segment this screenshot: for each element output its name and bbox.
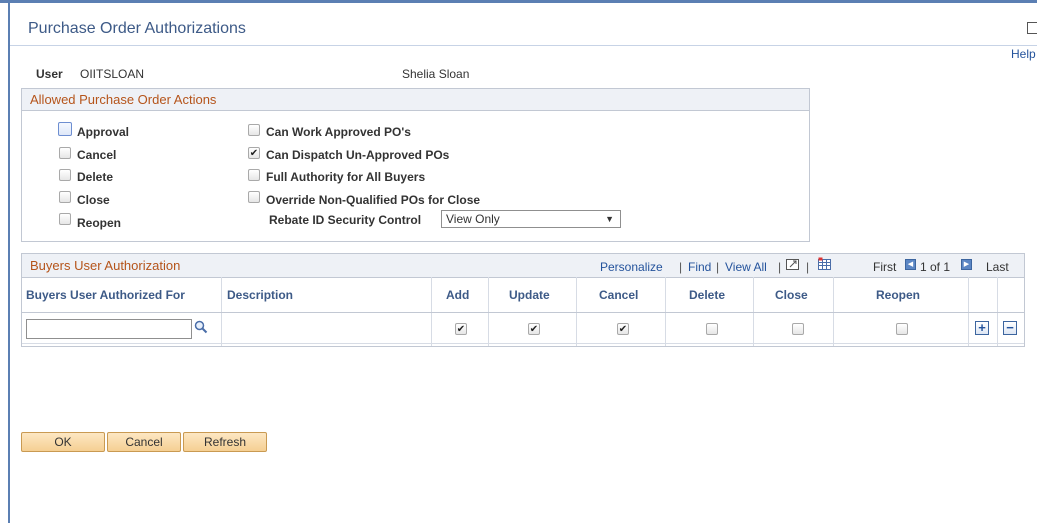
ok-button[interactable]: OK bbox=[21, 432, 105, 452]
last-label: Last bbox=[986, 260, 1009, 274]
zoom-grid-icon[interactable] bbox=[785, 257, 801, 272]
cancel-checkbox[interactable] bbox=[59, 147, 71, 159]
dropdown-arrow-icon: ▼ bbox=[605, 214, 614, 224]
rebate-label: Rebate ID Security Control bbox=[269, 213, 422, 227]
new-window-icon[interactable] bbox=[1027, 22, 1037, 34]
left-border bbox=[8, 3, 10, 523]
can-work-approved-label: Can Work Approved PO's bbox=[266, 125, 411, 139]
refresh-button[interactable]: Refresh bbox=[183, 432, 267, 452]
row-add-checkbox[interactable]: ✔ bbox=[455, 323, 467, 335]
delete-checkbox[interactable] bbox=[59, 169, 71, 181]
rebate-select-value: View Only bbox=[446, 212, 500, 226]
user-label: User bbox=[36, 67, 63, 81]
buyers-grid-title: Buyers User Authorization bbox=[30, 258, 181, 273]
cancel-button[interactable]: Cancel bbox=[107, 432, 181, 452]
header-row-divider bbox=[22, 312, 1024, 313]
column-header-update: Update bbox=[509, 288, 550, 302]
row-reopen-checkbox[interactable] bbox=[896, 323, 908, 335]
override-close-checkbox[interactable] bbox=[248, 191, 260, 203]
next-arrow-icon[interactable]: ▶ bbox=[961, 259, 972, 270]
can-work-approved-checkbox[interactable] bbox=[248, 124, 260, 136]
buyers-grid-header: Buyers User Authorization Personalize | … bbox=[22, 254, 1024, 278]
full-authority-checkbox[interactable] bbox=[248, 169, 260, 181]
first-label: First bbox=[873, 260, 897, 274]
row-cancel-checkbox[interactable]: ✔ bbox=[617, 323, 629, 335]
column-header-description: Description bbox=[227, 288, 294, 302]
can-dispatch-unapproved-checkbox[interactable]: ✔ bbox=[248, 147, 260, 159]
row-delete-checkbox[interactable] bbox=[706, 323, 718, 335]
row-divider bbox=[22, 343, 1024, 344]
column-header-close: Close bbox=[775, 288, 808, 302]
download-grid-icon[interactable] bbox=[817, 257, 833, 272]
reopen-label: Reopen bbox=[77, 216, 122, 230]
buyers-grid: Buyers User Authorization Personalize | … bbox=[21, 253, 1025, 347]
approval-checkbox[interactable] bbox=[58, 122, 72, 136]
reopen-checkbox[interactable] bbox=[59, 213, 71, 225]
column-header-reopen: Reopen bbox=[876, 288, 921, 302]
close-checkbox[interactable] bbox=[59, 191, 71, 203]
row-close-checkbox[interactable] bbox=[792, 323, 804, 335]
override-close-label: Override Non-Qualified POs for Close bbox=[266, 193, 481, 207]
personalize-link[interactable]: Personalize bbox=[600, 260, 663, 274]
close-label: Close bbox=[77, 193, 110, 207]
can-dispatch-unapproved-label: Can Dispatch Un-Approved POs bbox=[266, 148, 450, 162]
nav-separator: | bbox=[716, 260, 720, 274]
find-link[interactable]: Find bbox=[688, 260, 711, 274]
full-authority-label: Full Authority for All Buyers bbox=[266, 170, 426, 184]
search-icon[interactable] bbox=[194, 320, 208, 334]
column-header-delete: Delete bbox=[689, 288, 726, 302]
rebate-select[interactable]: View Only ▼ bbox=[441, 210, 621, 228]
previous-arrow-icon[interactable]: ◀ bbox=[905, 259, 916, 270]
title-divider bbox=[10, 45, 1037, 46]
cancel-label: Cancel bbox=[77, 148, 117, 162]
add-row-icon[interactable]: + bbox=[975, 321, 989, 335]
nav-separator: | bbox=[778, 260, 782, 274]
view-all-link[interactable]: View All bbox=[725, 260, 767, 274]
user-id: OIITSLOAN bbox=[80, 67, 145, 81]
nav-separator: | bbox=[679, 260, 683, 274]
column-header-buyer: Buyers User Authorized For bbox=[26, 288, 185, 302]
buyer-user-input[interactable] bbox=[26, 319, 192, 339]
column-header-add: Add bbox=[446, 288, 470, 302]
help-link[interactable]: Help bbox=[1011, 47, 1036, 61]
delete-row-icon[interactable]: − bbox=[1003, 321, 1017, 335]
allowed-actions-header: Allowed Purchase Order Actions bbox=[22, 89, 809, 111]
nav-separator: | bbox=[806, 260, 810, 274]
user-name: Shelia Sloan bbox=[402, 67, 470, 81]
row-range: 1 of 1 bbox=[920, 260, 951, 274]
top-border bbox=[0, 0, 1037, 3]
page-title: Purchase Order Authorizations bbox=[28, 20, 246, 37]
row-update-checkbox[interactable]: ✔ bbox=[528, 323, 540, 335]
delete-label: Delete bbox=[77, 170, 114, 184]
approval-label: Approval bbox=[77, 125, 130, 139]
column-header-cancel: Cancel bbox=[599, 288, 639, 302]
